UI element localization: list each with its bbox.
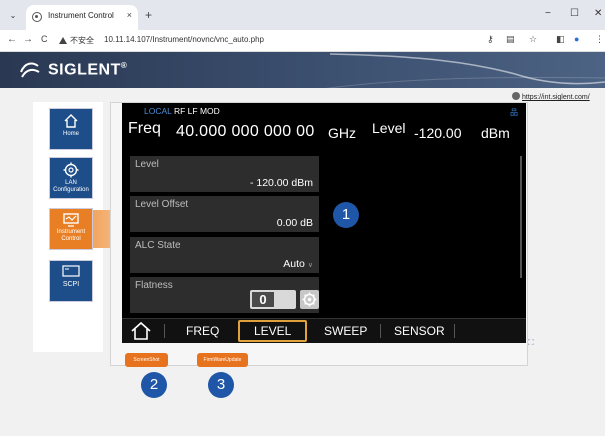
- callout-badge-1: 1: [333, 202, 359, 228]
- softkey-scrollbar[interactable]: [520, 156, 522, 278]
- menu-sensor[interactable]: SENSOR: [394, 324, 445, 338]
- siglent-link[interactable]: https://int.siglent.com/: [512, 92, 590, 101]
- home-icon[interactable]: [130, 321, 152, 341]
- new-tab-button[interactable]: +: [145, 8, 152, 22]
- level-label: Level: [372, 120, 406, 136]
- network-icon: 品: [510, 108, 518, 117]
- siglent-header: SIGLENT®: [0, 52, 605, 88]
- flatness-toggle[interactable]: 0: [250, 290, 296, 309]
- level-value[interactable]: -120.00: [414, 125, 461, 141]
- security-indicator[interactable]: 不安全: [59, 35, 94, 46]
- siglent-logo-icon: [20, 62, 40, 78]
- toggle-state: 0: [252, 292, 274, 307]
- firmware-update-button[interactable]: FirmWareUpdate: [197, 353, 248, 367]
- tab-close-button[interactable]: ×: [127, 10, 132, 20]
- chrome-favicon-icon: [32, 12, 42, 22]
- softkey-level-offset[interactable]: Level Offset 0.00 dB: [130, 196, 319, 232]
- minimize-button[interactable]: −: [545, 8, 551, 19]
- instrument-screen[interactable]: LOCAL RF LF MOD 品 Freq 40.000 000 000 00…: [122, 103, 526, 343]
- softkey-title: Flatness: [135, 280, 173, 291]
- security-label: 不安全: [70, 36, 94, 45]
- callout-badge-2: 2: [141, 372, 167, 398]
- maximize-button[interactable]: ☐: [570, 8, 579, 19]
- sidebar-item-instrument-control[interactable]: Instrument Control: [49, 208, 93, 250]
- settings-gear-icon[interactable]: [300, 290, 319, 309]
- sidebar-item-label: SCPI: [62, 281, 80, 288]
- softkey-level[interactable]: Level - 120.00 dBm: [130, 156, 319, 192]
- screenshot-button[interactable]: ScreenShot: [125, 353, 168, 367]
- kebab-menu-icon[interactable]: ⋮: [595, 34, 604, 45]
- sidebar-item-home[interactable]: Home: [49, 108, 93, 150]
- callout-badge-3: 3: [208, 372, 234, 398]
- key-icon[interactable]: ⚷: [487, 34, 494, 45]
- sidebar: Home LAN Configuration Instrument Contro…: [33, 102, 153, 352]
- home-icon: [64, 114, 78, 128]
- softkey-value: 0.00 dB: [276, 217, 313, 229]
- address-bar[interactable]: 10.11.14.107/Instrument/novnc/vnc_auto.p…: [104, 35, 264, 44]
- status-line: LOCAL RF LF MOD: [144, 106, 220, 116]
- menu-sweep[interactable]: SWEEP: [324, 324, 367, 338]
- softkey-alc-state[interactable]: ALC State Auto ∨: [130, 237, 319, 273]
- tab-search-chevron-icon[interactable]: ⌄: [6, 9, 20, 23]
- menu-divider: [164, 324, 165, 338]
- softkey-value: - 120.00 dBm: [249, 177, 313, 189]
- menu-divider: [380, 324, 381, 338]
- browser-tab[interactable]: Instrument Control ×: [26, 5, 138, 30]
- menu-freq[interactable]: FREQ: [186, 324, 219, 338]
- brand-name: SIGLENT®: [48, 61, 128, 79]
- menu-divider: [454, 324, 455, 338]
- softkey-flatness[interactable]: Flatness 0: [130, 277, 319, 313]
- freq-label: Freq: [128, 120, 161, 137]
- sidebar-item-lan-configuration[interactable]: LAN Configuration: [49, 157, 93, 199]
- softkey-title: Level: [135, 159, 159, 170]
- tab-title: Instrument Control: [48, 11, 114, 20]
- browser-toolbar: ← → C 不安全 10.11.14.107/Instrument/novnc/…: [0, 30, 605, 52]
- globe-icon: [512, 92, 520, 100]
- warning-icon: [59, 37, 67, 44]
- translate-icon[interactable]: ▤: [506, 34, 515, 45]
- sidepanel-icon[interactable]: ◧: [556, 34, 565, 45]
- reload-button[interactable]: C: [41, 34, 48, 44]
- softkey-title: ALC State: [135, 240, 181, 251]
- close-window-button[interactable]: ✕: [594, 8, 602, 19]
- profile-icon[interactable]: ●: [574, 34, 579, 44]
- softkey-title: Level Offset: [135, 199, 189, 210]
- level-unit: dBm: [481, 125, 510, 141]
- chevron-down-icon: ∨: [307, 262, 313, 269]
- instrument-menubar: FREQ LEVEL SWEEP SENSOR: [122, 318, 526, 343]
- fullscreen-expand-icon[interactable]: ⛶: [528, 338, 534, 348]
- forward-button[interactable]: →: [23, 34, 33, 45]
- browser-tab-strip: ⌄ Instrument Control × + − ☐ ✕: [0, 0, 605, 30]
- gear-icon: [63, 162, 79, 178]
- freq-unit: GHz: [328, 125, 356, 141]
- sidebar-item-scpi[interactable]: SCPI: [49, 260, 93, 302]
- monitor-icon: [63, 213, 79, 227]
- bookmark-star-icon[interactable]: ☆: [529, 34, 537, 45]
- softkey-value: Auto ∨: [283, 258, 313, 270]
- back-button[interactable]: ←: [7, 34, 17, 45]
- menu-level[interactable]: LEVEL: [238, 320, 308, 342]
- terminal-icon: [62, 265, 80, 277]
- freq-value[interactable]: 40.000 000 000 00: [176, 123, 315, 141]
- sidebar-item-label: LAN Configuration: [53, 180, 89, 193]
- sidebar-item-label: Home: [62, 131, 79, 137]
- sidebar-item-label: Instrument Control: [56, 229, 86, 242]
